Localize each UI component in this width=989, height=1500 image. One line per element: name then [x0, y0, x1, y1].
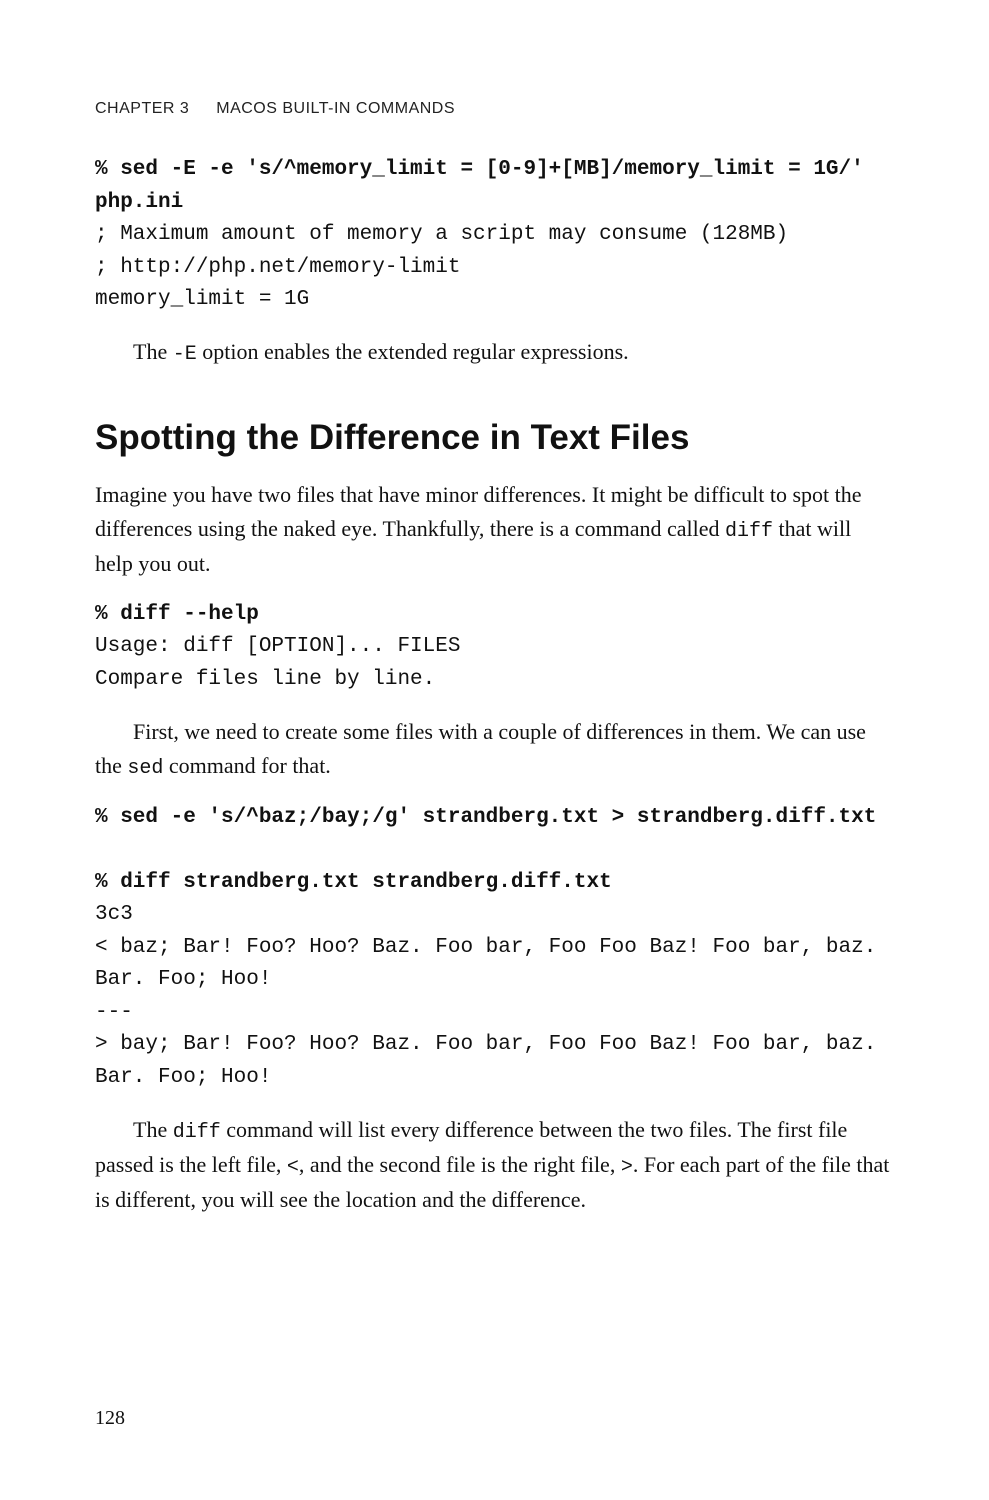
paragraph: The diff command will list every differe…: [95, 1113, 894, 1217]
chapter-label: CHAPTER 3: [95, 100, 189, 117]
paragraph: The -E option enables the extended regul…: [95, 335, 894, 370]
inline-code: <: [287, 1156, 299, 1179]
command-line: % diff strandberg.txt strandberg.diff.tx…: [95, 871, 612, 894]
text: option enables the extended regular expr…: [197, 339, 629, 364]
inline-code: diff: [725, 520, 773, 543]
chapter-title: MACOS BUILT-IN COMMANDS: [216, 100, 455, 117]
command-output: ; Maximum amount of memory a script may …: [95, 223, 788, 311]
text: The: [133, 339, 173, 364]
text: The: [133, 1117, 173, 1142]
command-line: % diff --help: [95, 603, 259, 626]
command-line: % sed -E -e 's/^memory_limit = [0-9]+[MB…: [95, 158, 876, 214]
command-line: % sed -e 's/^baz;/bay;/g' strandberg.txt…: [95, 806, 876, 829]
running-head: CHAPTER 3 MACOS BUILT-IN COMMANDS: [95, 100, 894, 118]
page-number: 128: [95, 1407, 894, 1430]
paragraph: First, we need to create some files with…: [95, 715, 894, 784]
paragraph: Imagine you have two files that have min…: [95, 478, 894, 581]
page: CHAPTER 3 MACOS BUILT-IN COMMANDS % sed …: [0, 0, 989, 1500]
text: command for that.: [163, 753, 330, 778]
spacer: [95, 1235, 894, 1407]
inline-code: >: [621, 1156, 633, 1179]
command-output: 3c3 < baz; Bar! Foo? Hoo? Baz. Foo bar, …: [95, 903, 889, 1089]
inline-code: diff: [173, 1121, 221, 1144]
inline-code: -E: [173, 343, 197, 366]
section-heading: Spotting the Difference in Text Files: [95, 418, 894, 458]
text: , and the second file is the right file,: [299, 1152, 621, 1177]
command-output: Usage: diff [OPTION]... FILES Compare fi…: [95, 635, 460, 691]
inline-code: sed: [127, 757, 163, 780]
code-block-diff-example: % sed -e 's/^baz;/bay;/g' strandberg.txt…: [95, 802, 894, 1095]
code-block-sed-memory: % sed -E -e 's/^memory_limit = [0-9]+[MB…: [95, 154, 894, 317]
code-block-diff-help: % diff --help Usage: diff [OPTION]... FI…: [95, 599, 894, 697]
